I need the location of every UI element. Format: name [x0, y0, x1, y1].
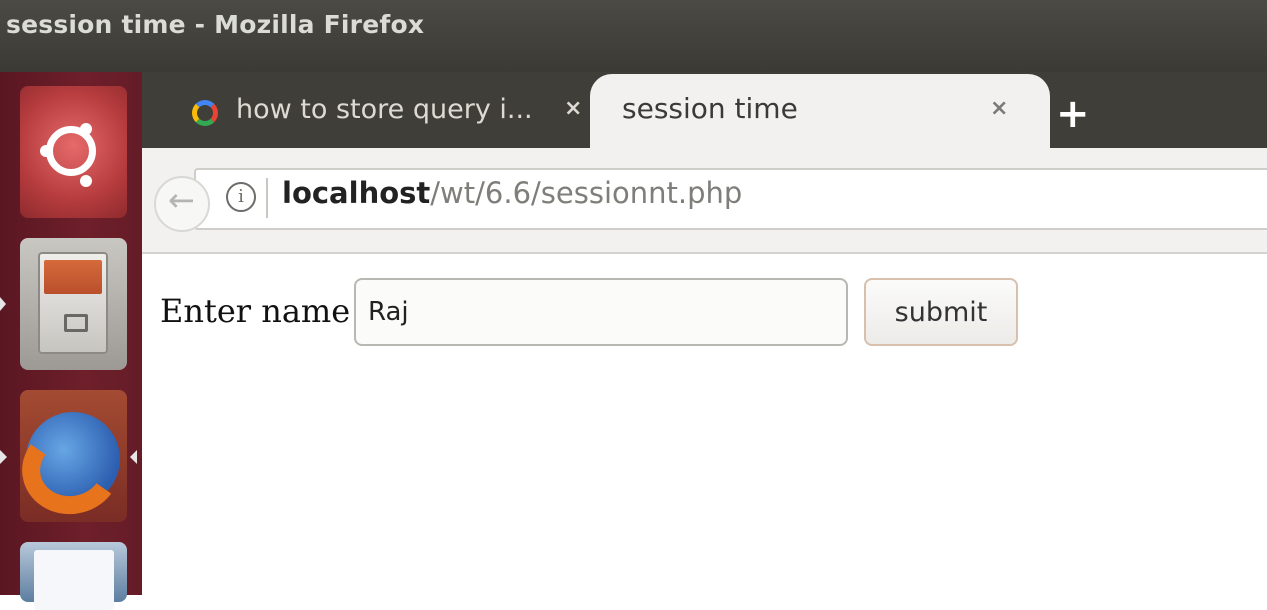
ubuntu-dash-icon[interactable] [20, 86, 127, 218]
page-content: Enter name submit [142, 254, 1267, 595]
site-info-icon[interactable]: i [226, 182, 256, 212]
back-arrow-icon: ← [168, 181, 195, 219]
url-separator [266, 178, 268, 218]
tab-label: how to store query i... [236, 94, 533, 125]
writer-icon[interactable] [20, 542, 127, 610]
tab-label: session time [622, 92, 798, 125]
tab-close-icon[interactable]: × [990, 96, 1008, 121]
name-label: Enter name [160, 292, 351, 330]
url-host: localhost [282, 176, 431, 210]
submit-button[interactable]: submit [864, 278, 1018, 346]
navigation-toolbar: i localhost/wt/6.6/sessionnt.php ← [142, 148, 1267, 254]
tab-google-search[interactable]: how to store query i... × [192, 90, 582, 148]
back-button[interactable]: ← [154, 176, 210, 232]
address-bar[interactable]: i localhost/wt/6.6/sessionnt.php [194, 168, 1267, 230]
url-path: /wt/6.6/sessionnt.php [430, 176, 743, 210]
new-tab-button[interactable]: + [1056, 94, 1090, 134]
focused-indicator-icon [130, 450, 137, 464]
files-icon[interactable] [20, 238, 127, 370]
google-icon [192, 100, 218, 126]
url-text: localhost/wt/6.6/sessionnt.php [282, 176, 742, 210]
tab-bar: how to store query i... × session time ×… [142, 72, 1267, 148]
window-title: session time - Mozilla Firefox [6, 10, 425, 39]
name-input[interactable] [354, 278, 848, 346]
tab-session-time[interactable]: session time × [590, 74, 1050, 148]
ubuntu-logo [40, 123, 96, 176]
file-cabinet-icon [38, 252, 108, 354]
writer-document [34, 550, 114, 610]
tab-close-icon[interactable]: × [564, 96, 582, 121]
window-titlebar: session time - Mozilla Firefox [0, 0, 1267, 72]
running-indicator-icon [0, 450, 7, 464]
running-indicator-icon [0, 297, 6, 311]
firefox-icon[interactable] [14, 390, 128, 522]
